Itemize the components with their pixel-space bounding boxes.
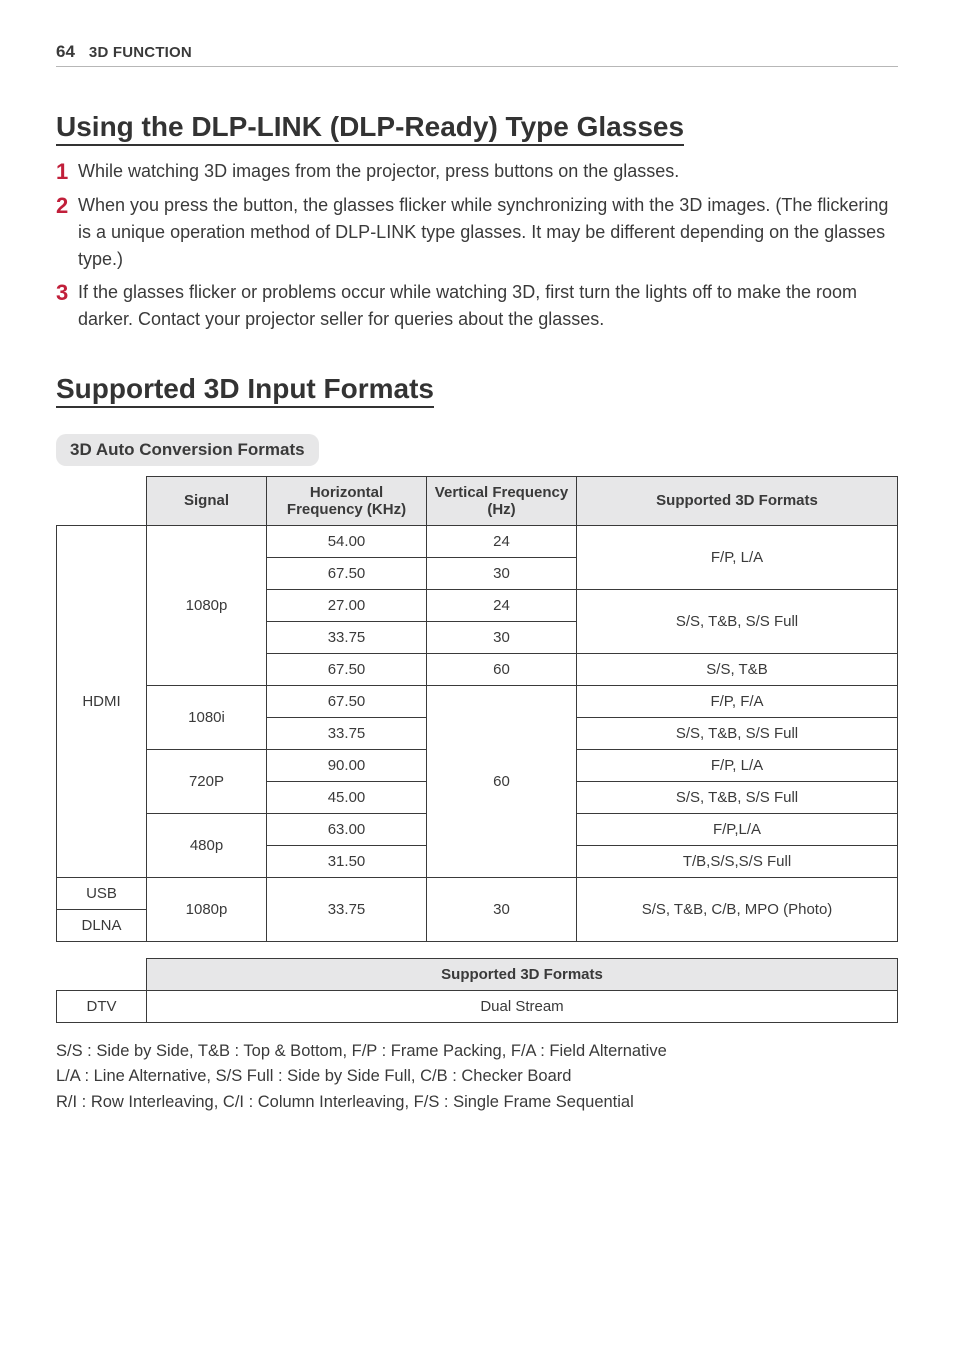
col-formats: Supported 3D Formats [577, 476, 898, 525]
sig-1080p: 1080p [147, 525, 267, 685]
cell-dtv-format: Dual Stream [147, 990, 898, 1022]
step-item: 3 If the glasses flicker or problems occ… [56, 279, 898, 333]
step-item: 1 While watching 3D images from the proj… [56, 158, 898, 186]
src-hdmi: HDMI [57, 525, 147, 877]
cell-vfreq: 60 [427, 653, 577, 685]
col-hfreq: Horizontal Frequency (KHz) [267, 476, 427, 525]
sig-1080p: 1080p [147, 877, 267, 941]
cell-hfreq: 67.50 [267, 685, 427, 717]
cell-format: S/S, T&B, S/S Full [577, 717, 898, 749]
page-number: 64 [56, 42, 75, 62]
cell-vfreq: 24 [427, 589, 577, 621]
legend-line: R/I : Row Interleaving, C/I : Column Int… [56, 1090, 898, 1116]
cell-hfreq: 27.00 [267, 589, 427, 621]
steps-list: 1 While watching 3D images from the proj… [56, 158, 898, 333]
cell-format: S/S, T&B, S/S Full [577, 781, 898, 813]
cell-hfreq: 31.50 [267, 845, 427, 877]
step-text: While watching 3D images from the projec… [78, 158, 898, 185]
section-name: 3D FUNCTION [89, 44, 192, 61]
cell-hfreq: 33.75 [267, 717, 427, 749]
cell-hfreq: 33.75 [267, 877, 427, 941]
heading-glasses: Using the DLP-LINK (DLP-Ready) Type Glas… [56, 111, 684, 146]
cell-format: F/P, L/A [577, 749, 898, 781]
cell-hfreq: 67.50 [267, 557, 427, 589]
subheading-auto-conversion: 3D Auto Conversion Formats [56, 434, 319, 466]
step-number: 3 [56, 279, 78, 307]
sig-720p: 720P [147, 749, 267, 813]
src-dlna: DLNA [57, 909, 147, 941]
step-item: 2 When you press the button, the glasses… [56, 192, 898, 273]
cell-vfreq: 30 [427, 877, 577, 941]
cell-format: S/S, T&B, C/B, MPO (Photo) [577, 877, 898, 941]
step-text: When you press the button, the glasses f… [78, 192, 898, 273]
cell-format: F/P,L/A [577, 813, 898, 845]
cell-vfreq: 30 [427, 557, 577, 589]
step-text: If the glasses flicker or problems occur… [78, 279, 898, 333]
cell-hfreq: 67.50 [267, 653, 427, 685]
step-number: 1 [56, 158, 78, 186]
col-formats2: Supported 3D Formats [147, 958, 898, 990]
cell-vfreq: 60 [427, 685, 577, 877]
cell-vfreq: 30 [427, 621, 577, 653]
legend-block: S/S : Side by Side, T&B : Top & Bottom, … [56, 1039, 898, 1116]
heading-formats: Supported 3D Input Formats [56, 373, 434, 408]
cell-format: F/P, F/A [577, 685, 898, 717]
col-vfreq: Vertical Frequency (Hz) [427, 476, 577, 525]
cell-format: S/S, T&B [577, 653, 898, 685]
legend-line: L/A : Line Alternative, S/S Full : Side … [56, 1064, 898, 1090]
cell-hfreq: 54.00 [267, 525, 427, 557]
cell-hfreq: 33.75 [267, 621, 427, 653]
sig-1080i: 1080i [147, 685, 267, 749]
legend-line: S/S : Side by Side, T&B : Top & Bottom, … [56, 1039, 898, 1065]
cell-hfreq: 45.00 [267, 781, 427, 813]
cell-format: S/S, T&B, S/S Full [577, 589, 898, 653]
cell-format: F/P, L/A [577, 525, 898, 589]
src-usb: USB [57, 877, 147, 909]
sig-480p: 480p [147, 813, 267, 877]
col-signal: Signal [147, 476, 267, 525]
formats-table: Signal Horizontal Frequency (KHz) Vertic… [56, 476, 898, 942]
page-header: 64 3D FUNCTION [56, 42, 898, 67]
dtv-table: Supported 3D Formats DTV Dual Stream [56, 958, 898, 1023]
cell-vfreq: 24 [427, 525, 577, 557]
cell-hfreq: 63.00 [267, 813, 427, 845]
step-number: 2 [56, 192, 78, 220]
cell-format: T/B,S/S,S/S Full [577, 845, 898, 877]
src-dtv: DTV [57, 990, 147, 1022]
cell-hfreq: 90.00 [267, 749, 427, 781]
